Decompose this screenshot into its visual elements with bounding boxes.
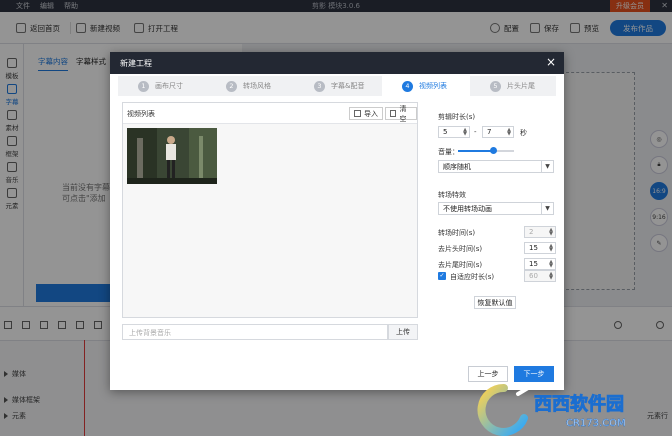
remove-tail-stepper[interactable]: 15 ▲ ▼ bbox=[524, 258, 556, 270]
step-number: 1 bbox=[138, 80, 149, 92]
transition-time-value: 2 bbox=[529, 228, 534, 236]
volume-slider-knob[interactable] bbox=[489, 147, 497, 154]
site-watermark: 西西软件园 CR173.COM bbox=[474, 380, 672, 436]
remove-tail-label: 去片尾时间(s) bbox=[438, 261, 483, 269]
background-music-input[interactable]: 上传背景音乐 bbox=[122, 324, 388, 340]
transition-effect-label: 转场特效 bbox=[438, 191, 466, 199]
remove-tail-value: 15 bbox=[529, 260, 538, 268]
stepper-arrows-icon: ▲ ▼ bbox=[549, 243, 553, 253]
transition-effect-value: 不使用转场动画 bbox=[443, 204, 492, 213]
clip-range-separator: - bbox=[474, 128, 477, 136]
chevron-down-icon: ▼ bbox=[541, 161, 553, 172]
clip-min-stepper[interactable]: 5 ▲ ▼ bbox=[438, 126, 470, 138]
dialog-header: 新建工程 × bbox=[110, 52, 564, 74]
transition-time-label: 转场时间(s) bbox=[438, 229, 476, 237]
adaptive-label: 自适应时长(s) bbox=[450, 273, 495, 281]
adaptive-checkbox[interactable]: ✓ bbox=[438, 272, 446, 280]
video-thumbnail[interactable] bbox=[127, 128, 217, 184]
new-project-dialog: 新建工程 × 1 画布尺寸 2 转场风格 3 字幕&配音 4 视频列表 5 片头片尾 视频… bbox=[110, 52, 564, 390]
eraser-icon bbox=[390, 110, 397, 117]
transition-effect-select[interactable]: 不使用转场动画 ▼ bbox=[438, 202, 554, 215]
restore-defaults-button[interactable]: 恢复默认值 bbox=[474, 296, 516, 309]
step-canvas-size[interactable]: 1 画布尺寸 bbox=[118, 76, 206, 96]
volume-slider[interactable] bbox=[458, 147, 514, 154]
adaptive-value: 60 bbox=[529, 272, 538, 280]
watermark-logo: 西西软件园 CR173.COM bbox=[477, 383, 626, 436]
video-list-box: 视频列表 导入 清空 bbox=[122, 102, 418, 318]
clip-duration-label: 剪辑时长(s) bbox=[438, 113, 476, 121]
step-label: 视频列表 bbox=[419, 82, 447, 90]
order-select[interactable]: 顺序随机 ▼ bbox=[438, 160, 554, 173]
step-label: 画布尺寸 bbox=[155, 82, 183, 90]
svg-text:西西软件园: 西西软件园 bbox=[534, 393, 624, 415]
clip-unit: 秒 bbox=[520, 129, 527, 137]
background-music-row: 上传背景音乐 上传 bbox=[122, 324, 418, 340]
remove-head-value: 15 bbox=[529, 244, 538, 252]
dialog-title: 新建工程 bbox=[120, 59, 152, 68]
step-label: 字幕&配音 bbox=[331, 82, 365, 90]
clip-settings: 剪辑时长(s) 5 ▲ ▼ - 7 ▲ ▼ 秒 音量： 顺序随机 ▼ 转场特效 不使用转场… bbox=[432, 110, 556, 340]
stepper-arrows-icon: ▲ ▼ bbox=[549, 271, 553, 281]
step-subtitle-dubbing[interactable]: 3 字幕&配音 bbox=[294, 76, 382, 96]
close-icon[interactable]: × bbox=[544, 55, 558, 69]
remove-head-label: 去片头时间(s) bbox=[438, 245, 483, 253]
remove-head-stepper[interactable]: 15 ▲ ▼ bbox=[524, 242, 556, 254]
chevron-down-icon: ▼ bbox=[541, 203, 553, 214]
step-number: 5 bbox=[490, 80, 501, 92]
clip-max-value: 7 bbox=[487, 128, 492, 136]
upload-button[interactable]: 上传 bbox=[388, 324, 418, 340]
stepper-arrows-icon: ▲ ▼ bbox=[507, 127, 511, 137]
wizard-steps: 1 画布尺寸 2 转场风格 3 字幕&配音 4 视频列表 5 片头片尾 bbox=[118, 76, 556, 96]
clear-button[interactable]: 清空 bbox=[385, 105, 417, 123]
order-value: 顺序随机 bbox=[443, 162, 471, 171]
video-list[interactable] bbox=[123, 123, 417, 317]
step-intro-outro[interactable]: 5 片头片尾 bbox=[470, 76, 556, 96]
clip-max-stepper[interactable]: 7 ▲ ▼ bbox=[482, 126, 514, 138]
step-transition-style[interactable]: 2 转场风格 bbox=[206, 76, 294, 96]
stepper-arrows-icon: ▲ ▼ bbox=[463, 127, 467, 137]
adaptive-stepper[interactable]: 60 ▲ ▼ bbox=[524, 270, 556, 282]
svg-text:CR173.COM: CR173.COM bbox=[566, 418, 626, 429]
import-icon bbox=[354, 110, 361, 117]
import-label: 导入 bbox=[364, 109, 378, 118]
step-label: 转场风格 bbox=[243, 82, 271, 90]
transition-time-stepper[interactable]: 2 ▲ ▼ bbox=[524, 226, 556, 238]
video-frame-image bbox=[127, 128, 217, 184]
step-number: 4 bbox=[402, 80, 413, 92]
volume-slider-fill bbox=[458, 150, 493, 152]
import-button[interactable]: 导入 bbox=[349, 107, 383, 120]
clear-label: 清空 bbox=[399, 104, 407, 123]
step-video-list[interactable]: 4 视频列表 bbox=[382, 76, 470, 96]
step-number: 3 bbox=[314, 80, 325, 92]
video-list-label: 视频列表 bbox=[127, 110, 155, 118]
step-label: 片头片尾 bbox=[507, 82, 535, 90]
step-number: 2 bbox=[226, 80, 237, 92]
volume-label: 音量： bbox=[438, 148, 459, 156]
stepper-arrows-icon: ▲ ▼ bbox=[549, 259, 553, 269]
clip-min-value: 5 bbox=[443, 128, 448, 136]
stepper-arrows-icon: ▲ ▼ bbox=[549, 227, 553, 237]
